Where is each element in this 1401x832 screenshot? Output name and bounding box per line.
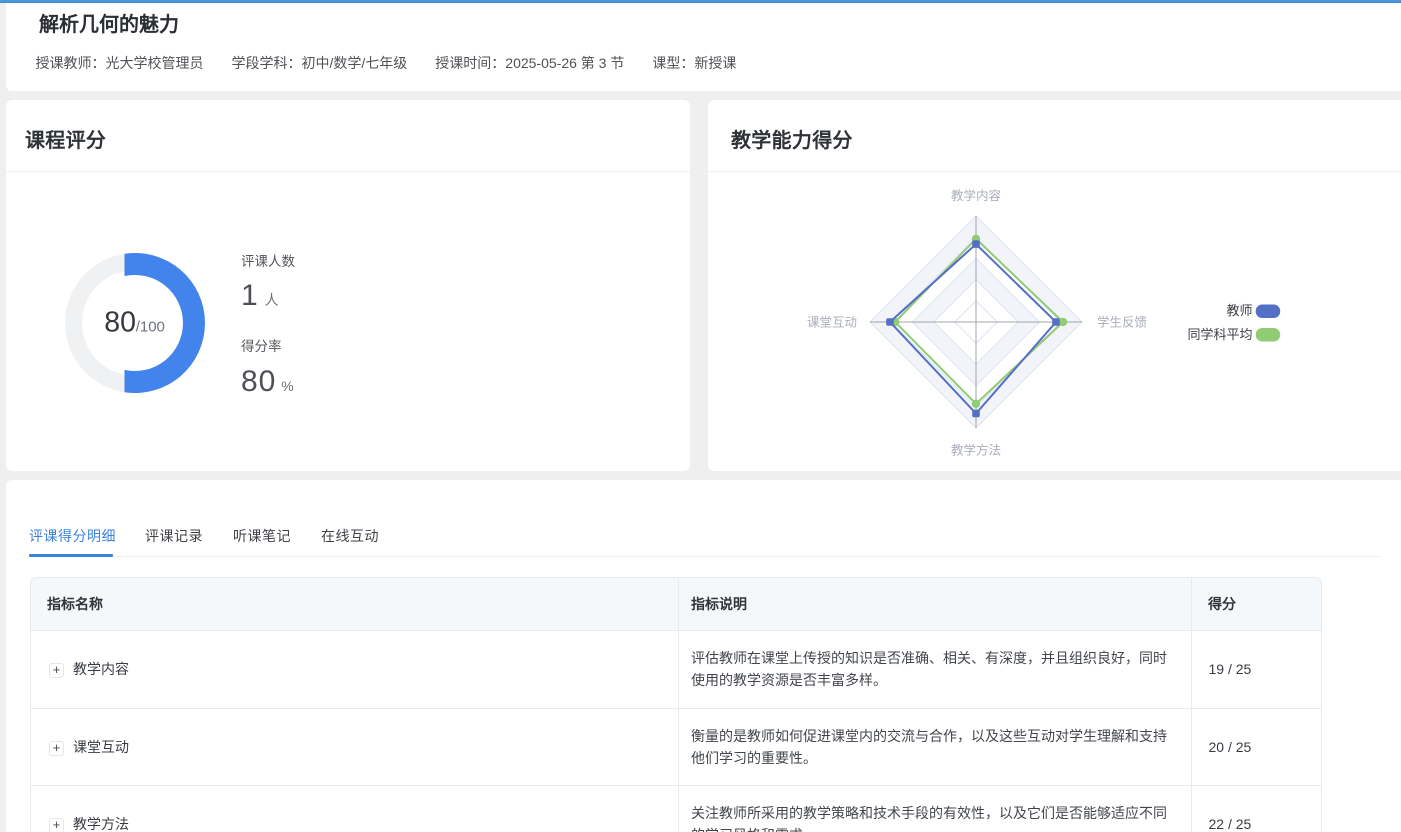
svg-text:教师: 教师 xyxy=(1226,303,1252,318)
svg-text:课堂互动: 课堂互动 xyxy=(807,316,857,330)
svg-text:/100: /100 xyxy=(136,319,165,336)
svg-text:同学科平均: 同学科平均 xyxy=(1187,327,1252,342)
svg-text:教学内容: 教学内容 xyxy=(951,188,1001,203)
svg-text:80: 80 xyxy=(104,307,136,339)
svg-text:学生反馈: 学生反馈 xyxy=(1097,315,1147,330)
svg-text:教学方法: 教学方法 xyxy=(951,443,1001,458)
